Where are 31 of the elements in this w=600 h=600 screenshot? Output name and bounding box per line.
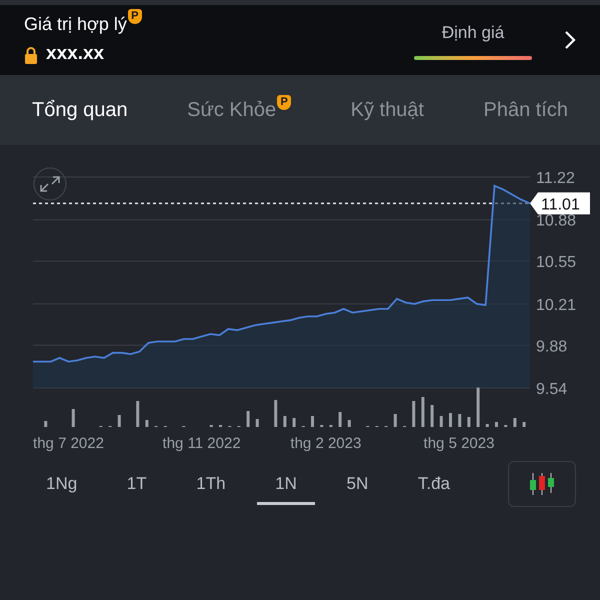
range-button[interactable]: 5N [328,462,386,506]
x-axis-label: thg 2 2023 [290,435,362,452]
range-button[interactable]: 1Th [178,462,244,506]
fair-value: xxx.xx [46,42,104,66]
range-button[interactable]: T.đa [400,462,468,506]
x-axis-label: thg 5 2023 [424,435,494,452]
tab[interactable]: Kỹ thuật [350,95,424,125]
premium-badge: P [277,94,292,110]
tab[interactable]: Sức Khỏe P [187,95,292,125]
chart-type-button[interactable] [508,461,576,507]
range-button[interactable]: 1Ng [28,462,96,506]
x-axis-label: thg 7 2022 [33,435,104,452]
range-button[interactable]: 1N [257,462,315,506]
chevron-right-icon[interactable] [564,30,576,50]
valuation-label: Định giá [442,22,504,44]
x-axis-label: thg 11 2022 [162,435,241,452]
y-axis-label: 11.22 [536,170,575,187]
tab[interactable]: Tổng quan [32,95,128,125]
premium-badge: P [128,9,142,24]
y-axis-label: 9.54 [536,381,568,398]
y-axis-label: 9.88 [536,338,568,356]
y-axis-label: 10.88 [536,212,576,230]
y-axis-label: 10.21 [536,296,576,314]
candlestick-icon [529,473,555,495]
expand-icon[interactable] [34,168,66,200]
ref-line-label: 11.01 [541,196,580,214]
y-axis-label: 10.55 [536,254,576,272]
fair-value-title: Giá trị hợp lý [24,13,127,36]
current-price-tag: 11.01 [530,192,590,214]
tab[interactable]: Phân tích [483,95,568,125]
range-button[interactable]: 1T [108,462,165,506]
